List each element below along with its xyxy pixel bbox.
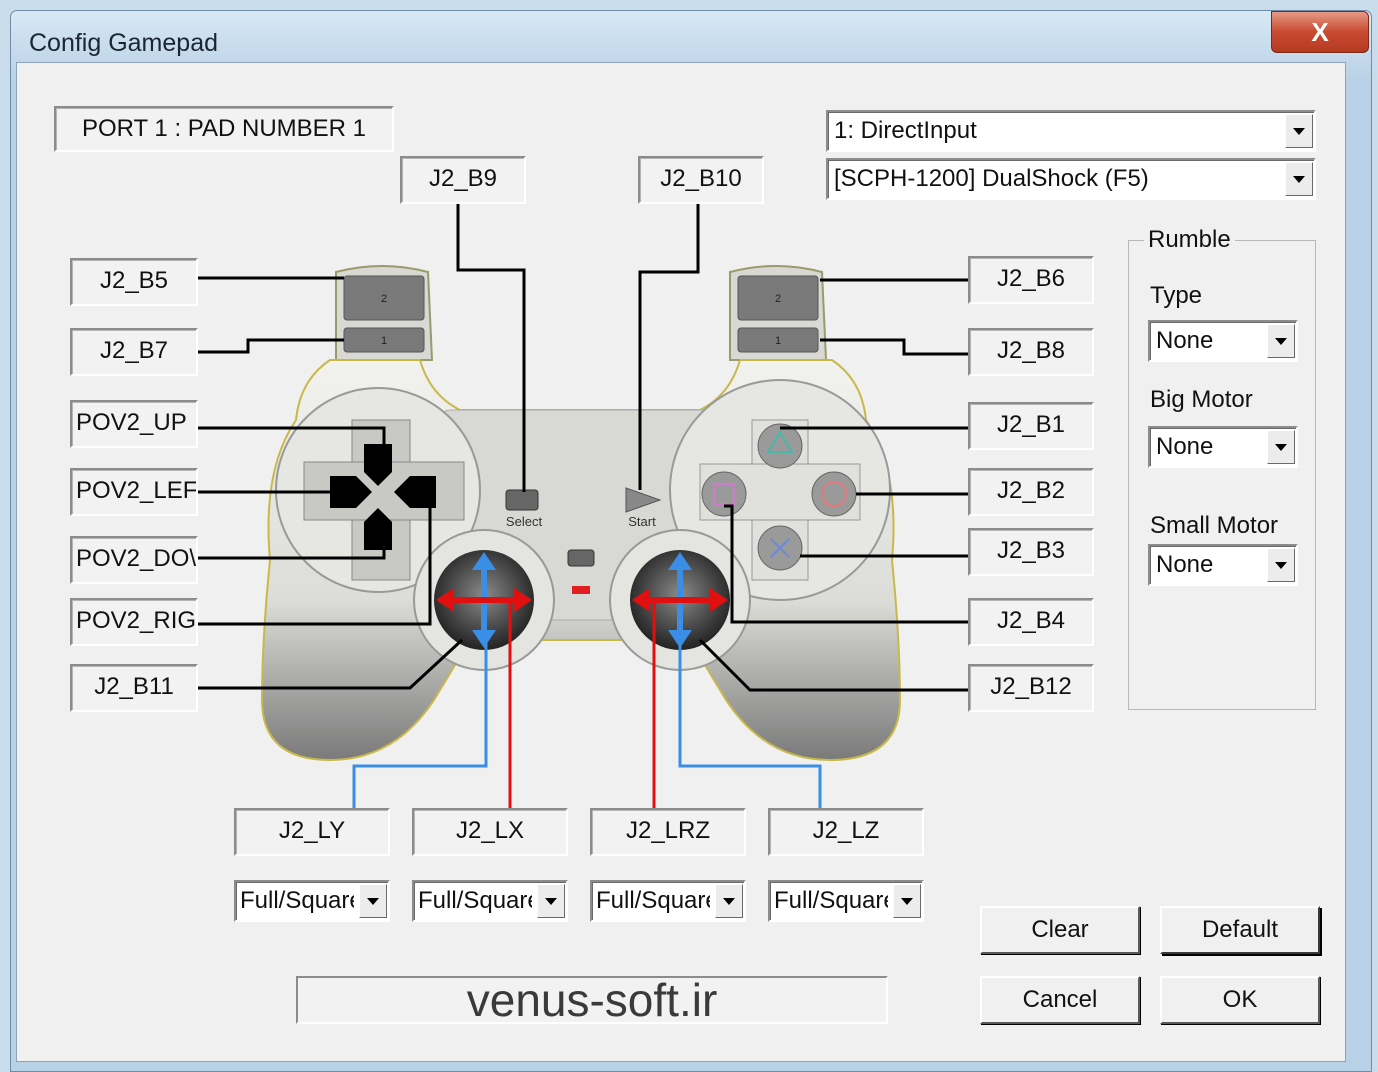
port-label: PORT 1 : PAD NUMBER 1 [54,106,394,152]
big-motor-value: None [1156,433,1214,460]
chevron-down-icon[interactable] [1285,114,1313,148]
axis-mode-select-ly[interactable]: Full/Square [234,880,390,922]
binding-square[interactable]: J2_B4 [968,598,1094,646]
big-motor-label: Big Motor [1150,386,1253,413]
small-motor-value: None [1156,551,1214,578]
binding-triangle[interactable]: J2_B1 [968,402,1094,450]
binding-right-x[interactable]: J2_LRZ [590,808,746,856]
rumble-group-title: Rumble [1144,226,1235,254]
chevron-down-icon[interactable] [1267,548,1295,582]
binding-circle[interactable]: J2_B2 [968,468,1094,516]
chevron-down-icon[interactable] [1267,324,1295,358]
rumble-type-select[interactable]: None [1148,320,1298,362]
analog-led [572,586,590,594]
binding-r2[interactable]: J2_B6 [968,256,1094,304]
binding-right-y[interactable]: J2_LZ [768,808,924,856]
axis-mode-select-lrz[interactable]: Full/Square [590,880,746,922]
watermark-text: venus-soft.ir [296,976,888,1024]
binding-left-y[interactable]: J2_LY [234,808,390,856]
chevron-down-icon[interactable] [359,884,387,918]
small-motor-select[interactable]: None [1148,544,1298,586]
square-button [701,471,747,517]
rumble-type-label: Type [1150,282,1203,309]
axis-mode-value: Full/Square [240,887,354,914]
l2-label: 2 [381,293,387,305]
default-button[interactable]: Default [1160,906,1320,954]
big-motor-select[interactable]: None [1148,426,1298,468]
clear-button[interactable]: Clear [980,906,1140,954]
binding-pov-right[interactable]: POV2_RIG [70,598,198,646]
binding-l3[interactable]: J2_B11 [70,664,198,712]
axis-mode-select-lz[interactable]: Full/Square [768,880,924,922]
small-motor-label: Small Motor [1150,512,1279,539]
binding-l1[interactable]: J2_B7 [70,328,198,376]
binding-left-x[interactable]: J2_LX [412,808,568,856]
axis-mode-select-lx[interactable]: Full/Square [412,880,568,922]
pad-type-select[interactable]: [SCPH-1200] DualShock (F5) [826,158,1316,200]
axis-mode-value: Full/Square [774,887,888,914]
binding-cross[interactable]: J2_B3 [968,528,1094,576]
api-select-value: 1: DirectInput [834,117,977,144]
l1-label: 1 [381,335,387,347]
chevron-down-icon[interactable] [893,884,921,918]
r1-label: 1 [775,335,781,347]
rumble-type-value: None [1156,327,1214,354]
api-select[interactable]: 1: DirectInput [826,110,1316,152]
binding-r1[interactable]: J2_B8 [968,328,1094,376]
chevron-down-icon[interactable] [1285,162,1313,196]
axis-mode-value: Full/Square [418,887,532,914]
select-label: Select [506,514,543,529]
circle-button [811,471,857,517]
chevron-down-icon[interactable] [537,884,565,918]
select-button [505,489,539,511]
pad-type-select-value: [SCPH-1200] DualShock (F5) [834,165,1149,192]
analog-button [567,549,595,567]
r2-label: 2 [775,293,781,305]
binding-pov-down[interactable]: POV2_DO\ [70,536,198,584]
rumble-group [1128,240,1316,710]
binding-pov-up[interactable]: POV2_UP [70,400,198,448]
binding-pov-left[interactable]: POV2_LEF [70,468,198,516]
axis-mode-value: Full/Square [596,887,710,914]
start-label: Start [628,514,656,529]
binding-start[interactable]: J2_B10 [638,156,764,204]
binding-l2[interactable]: J2_B5 [70,258,198,306]
binding-select[interactable]: J2_B9 [400,156,526,204]
chevron-down-icon[interactable] [715,884,743,918]
chevron-down-icon[interactable] [1267,430,1295,464]
cancel-button[interactable]: Cancel [980,976,1140,1024]
binding-r3[interactable]: J2_B12 [968,664,1094,712]
ok-button[interactable]: OK [1160,976,1320,1024]
